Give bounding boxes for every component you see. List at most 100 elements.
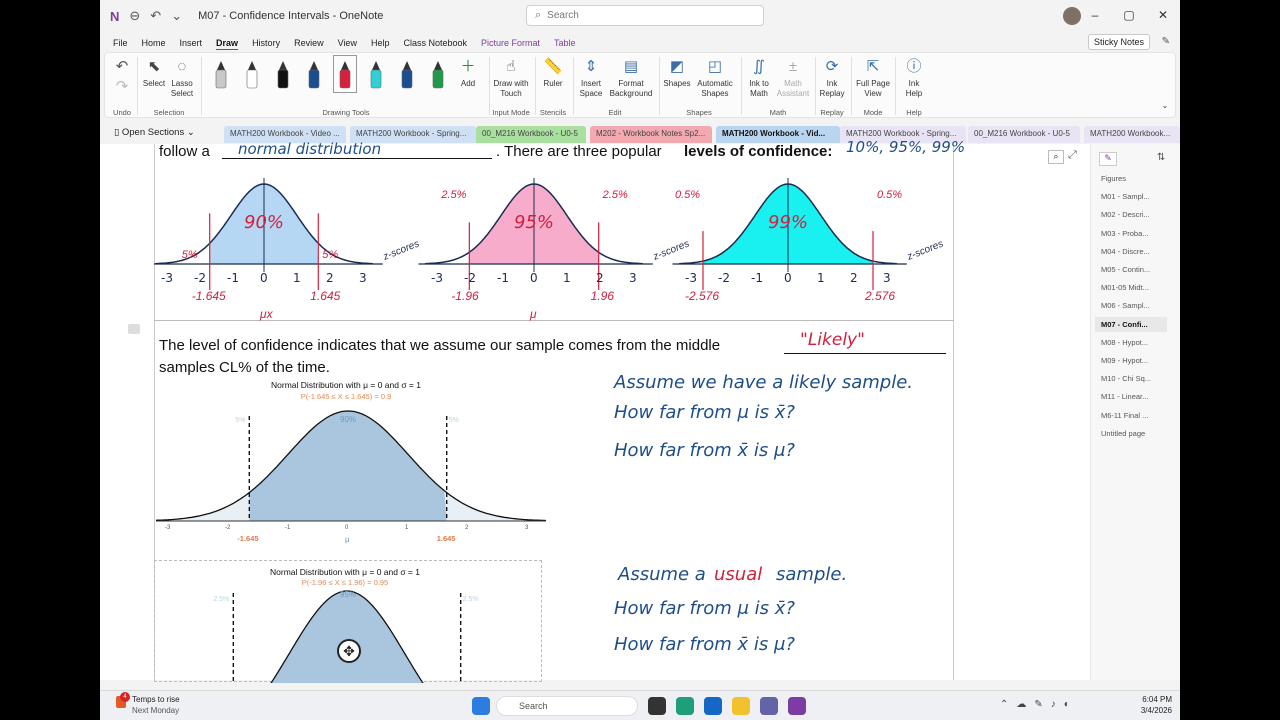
undo-icon: ↶ — [115, 58, 129, 75]
redo-button[interactable]: ↷ — [113, 77, 131, 99]
menu-file[interactable]: File — [106, 38, 135, 48]
full-page-view-button[interactable]: ⇱ Full Page View — [855, 57, 891, 99]
ink-help-button[interactable]: ⓘ Ink Help — [899, 57, 929, 99]
section-tab-4[interactable]: M202 - Workbook Notes Sp2... — [590, 126, 712, 143]
onenote-taskbar-icon[interactable] — [788, 697, 806, 715]
add-page-icon[interactable]: ✎ — [1099, 152, 1117, 166]
menu-help[interactable]: Help — [364, 38, 397, 48]
pen-4[interactable] — [306, 59, 322, 89]
system-tray-icons[interactable]: ⌃☁✎♪◐ — [1000, 699, 1078, 710]
menu-home[interactable]: Home — [135, 38, 173, 48]
sketch-tick-2: 0 — [530, 271, 538, 285]
undo-icon[interactable]: ↶ — [150, 8, 161, 24]
section-tab-5[interactable]: MATH200 Workbook - Vid... — [716, 126, 840, 143]
page-item[interactable]: M06 - Sampl... — [1101, 301, 1150, 310]
edge-icon[interactable] — [676, 697, 694, 715]
sketch-tick-2: -3 — [431, 271, 443, 285]
ink-to-math-button[interactable]: ∬ Ink to Math — [745, 57, 773, 99]
start-icon[interactable] — [472, 697, 490, 715]
menu-review[interactable]: Review — [287, 38, 331, 48]
add-pen-button[interactable]: ＋ Add — [457, 57, 479, 89]
clock-time[interactable]: 6:04 PM — [1136, 695, 1172, 704]
taskbar-search[interactable]: Search — [496, 696, 638, 716]
page-item[interactable]: M01-05 Midt... — [1101, 283, 1149, 292]
menu-picture-format[interactable]: Picture Format — [474, 38, 547, 48]
page-item[interactable]: M01 - Sampl... — [1101, 192, 1150, 201]
menu-view[interactable]: View — [331, 38, 364, 48]
draw-with-touch-button[interactable]: ☝ Draw with Touch — [491, 57, 531, 99]
figure-normal-90[interactable]: Normal Distribution with μ = 0 and σ = 1… — [156, 378, 548, 558]
close-button[interactable]: ✕ — [1146, 0, 1180, 32]
menu-draw[interactable]: Draw — [209, 38, 245, 48]
section-tab-3[interactable]: 00_M216 Workbook - U0-5 — [476, 126, 586, 143]
sketch-tick-2: 3 — [629, 271, 637, 285]
ruler-label: Ruler — [543, 79, 563, 88]
shapes-button[interactable]: ◩ Shapes — [663, 57, 691, 89]
page-item[interactable]: M08 - Hypot... — [1101, 338, 1148, 347]
page-item[interactable]: M10 - Chi Sq... — [1101, 374, 1151, 383]
ruler-button[interactable]: 📏 Ruler — [539, 57, 567, 89]
fig1-tick: -1 — [285, 525, 291, 531]
pen-3[interactable] — [275, 59, 291, 89]
page-item[interactable]: M09 - Hypot... — [1101, 356, 1148, 365]
menu-insert[interactable]: Insert — [173, 38, 210, 48]
lasso-select-button[interactable]: ◌ Lasso Select — [169, 57, 195, 99]
search-input[interactable]: ⌕ Search — [526, 5, 764, 26]
maximize-button[interactable]: ▢ — [1112, 0, 1146, 32]
menu-class-notebook[interactable]: Class Notebook — [396, 38, 474, 48]
page-item[interactable]: Untitled page — [1101, 429, 1145, 438]
select-button[interactable]: ⬉ Select — [141, 57, 167, 89]
search-page-icon[interactable]: ⌕ — [1048, 150, 1064, 164]
pen-8[interactable] — [430, 59, 446, 89]
page-item[interactable]: M6-11 Final ... — [1101, 411, 1148, 420]
pen-1[interactable] — [213, 59, 229, 89]
back-icon[interactable]: ⊖ — [129, 8, 140, 24]
pen-7[interactable] — [399, 59, 415, 89]
format-bg-label: Format Background — [609, 79, 653, 98]
section-tab-7[interactable]: 00_M216 Workbook - U0-5 — [968, 126, 1080, 143]
expand-icon[interactable]: ⤢ — [1068, 149, 1077, 162]
page-item[interactable]: M07 - Confi... — [1095, 316, 1167, 332]
figure-normal-95[interactable]: Normal Distribution with μ = 0 and σ = 1… — [154, 560, 542, 683]
menu-table[interactable]: Table — [547, 38, 583, 48]
page-item[interactable]: M05 - Contin... — [1101, 265, 1150, 274]
format-background-button[interactable]: ▤ Format Background — [609, 57, 653, 99]
open-sections-button[interactable]: ▯ Open Sections ⌄ — [114, 127, 195, 138]
sort-icon[interactable]: ⇅ — [1157, 152, 1165, 163]
undo-button[interactable]: ↶ — [113, 57, 131, 79]
pen-6[interactable] — [368, 59, 384, 89]
insert-space-icon: ⇕ — [584, 58, 598, 75]
page-canvas[interactable]: follow a normal distribution . There are… — [100, 138, 1090, 683]
math-assistant-button[interactable]: ± Math Assistant — [775, 57, 811, 99]
move-handle-icon[interactable]: ✥ — [337, 639, 361, 663]
outlook-icon[interactable] — [704, 697, 722, 715]
customize-icon[interactable]: ⌄ — [171, 8, 182, 24]
pen-2[interactable] — [244, 59, 260, 89]
weather-text[interactable]: Temps to rise — [132, 695, 180, 704]
page-item[interactable]: Figures — [1101, 174, 1126, 183]
automatic-shapes-button[interactable]: ◰ Automatic Shapes — [695, 57, 735, 99]
page-item[interactable]: M11 - Linear... — [1101, 392, 1148, 401]
paragraph-handle-icon[interactable] — [128, 324, 140, 334]
section-tab-label: 00_M216 Workbook - U0-5 — [974, 129, 1070, 138]
background-icon: ▤ — [623, 58, 639, 75]
page-item[interactable]: M03 - Proba... — [1101, 229, 1149, 238]
ink-replay-button[interactable]: ⟳ Ink Replay — [819, 57, 845, 99]
page-item[interactable]: M02 - Descri... — [1101, 210, 1150, 219]
teams-icon[interactable] — [760, 697, 778, 715]
taskbar-search-label: Search — [519, 701, 548, 711]
touch-icon: ☝ — [506, 58, 516, 75]
insert-space-button[interactable]: ⇕ Insert Space — [577, 57, 605, 99]
page-item[interactable]: M04 - Discre... — [1101, 247, 1150, 256]
task-view-icon[interactable] — [648, 697, 666, 715]
sticky-notes-button[interactable]: Sticky Notes — [1087, 34, 1150, 50]
help-group-label: Help — [906, 108, 922, 117]
pen-5[interactable] — [333, 55, 357, 93]
pen-share-icon[interactable]: ✎ — [1162, 36, 1170, 47]
minimize-button[interactable]: – — [1078, 0, 1112, 32]
sketch-crit-3: 2.576 — [864, 289, 895, 303]
collapse-ribbon-button[interactable]: ⌄ — [1159, 101, 1171, 111]
menu-history[interactable]: History — [245, 38, 287, 48]
file-explorer-icon[interactable] — [732, 697, 750, 715]
section-tab-8[interactable]: MATH200 Workbook... — [1084, 126, 1180, 143]
